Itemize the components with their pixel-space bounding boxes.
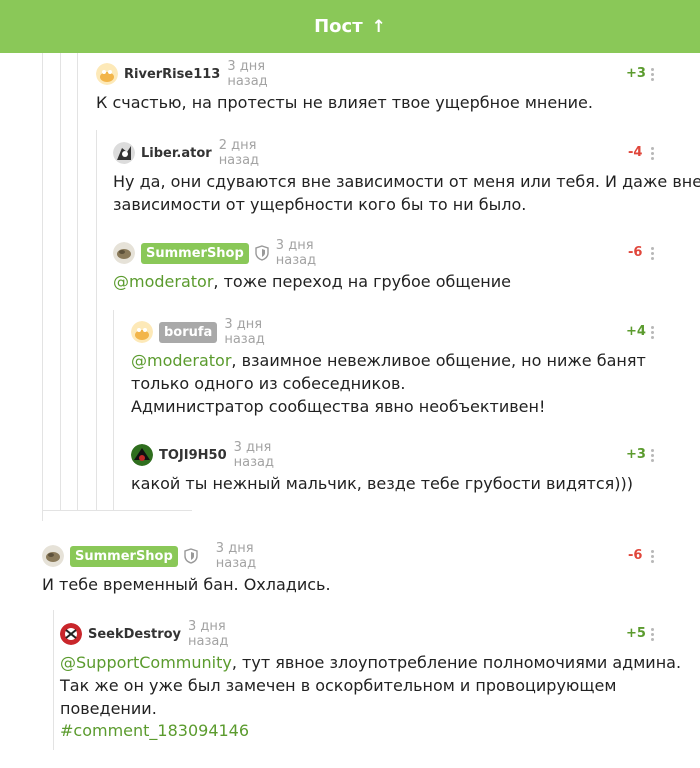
comment-text: К счастью, на протесты не влияет твое ущ…: [96, 93, 593, 112]
comment-rating: +4: [626, 324, 646, 339]
comment-rating: -6: [628, 548, 643, 563]
thread-line: [42, 53, 43, 521]
author-name[interactable]: SummerShop: [141, 242, 249, 264]
comment-text-line: только одного из собеседников.: [131, 374, 406, 393]
comment-header: borufa 3 дня назад: [131, 317, 265, 347]
user-mention-link[interactable]: @moderator: [131, 351, 231, 370]
author-name[interactable]: borufa: [159, 321, 218, 343]
user-mention-link[interactable]: @SupportCommunity: [60, 653, 232, 672]
author-name[interactable]: Liber.ator: [141, 146, 212, 161]
comment-text-line: зависимости от ущербности кого бы то ни …: [113, 195, 527, 214]
comment-text-body: , тоже переход на грубое общение: [213, 272, 511, 291]
comment-text-line: Администратор сообщества явно необъектив…: [131, 397, 546, 416]
shield-icon: [184, 548, 198, 564]
comment-time[interactable]: 3 дня назад: [227, 59, 267, 89]
comment-rating: +3: [626, 447, 646, 462]
more-vertical-icon[interactable]: [651, 449, 655, 463]
arrow-up-icon: ↑: [371, 16, 386, 37]
post-title: Пост: [314, 16, 363, 37]
comment-text-line: Ну да, они сдуваются вне зависимости от …: [113, 172, 700, 191]
comment-text-line: поведении.: [60, 699, 157, 718]
comment-rating: +5: [626, 626, 646, 641]
comment-hashtag-link[interactable]: #comment_183094146: [60, 719, 249, 742]
author-name[interactable]: RiverRise113: [124, 67, 220, 82]
comment-rating: -6: [628, 245, 643, 260]
comment-header: TOJI9H50 3 дня назад: [131, 440, 274, 470]
post-header-bar[interactable]: Пост ↑: [0, 0, 700, 53]
more-vertical-icon[interactable]: [651, 247, 655, 261]
thread-line: [113, 310, 114, 511]
comment-header: SeekDestroy 3 дня назад: [60, 619, 228, 649]
avatar[interactable]: [131, 321, 153, 343]
comment-text: @moderator, тоже переход на грубое общен…: [113, 270, 511, 293]
comment-text-body: , тут явное злоупотребление полномочиями…: [231, 653, 682, 672]
comment-header: SummerShop 3 дня назад: [42, 541, 256, 571]
thread-line: [96, 130, 97, 511]
thread-line: [77, 53, 78, 511]
comment-rating: -4: [628, 145, 643, 160]
avatar[interactable]: [113, 242, 135, 264]
comment-time[interactable]: 3 дня назад: [188, 619, 228, 649]
comment-rating: +3: [626, 66, 646, 81]
comment-text-line: @moderator, взаимное невежливое общение,…: [131, 349, 646, 372]
comment-time[interactable]: 3 дня назад: [224, 317, 264, 347]
author-name[interactable]: SeekDestroy: [88, 627, 181, 642]
more-vertical-icon[interactable]: [651, 326, 655, 340]
author-name[interactable]: SummerShop: [70, 545, 178, 567]
comment-time[interactable]: 2 дня назад: [219, 138, 259, 168]
comment-time[interactable]: 3 дня назад: [216, 541, 256, 571]
avatar[interactable]: [96, 63, 118, 85]
thread-line: [60, 53, 61, 511]
comment-text-line: Так же он уже был замечен в оскорбительн…: [60, 676, 617, 695]
comment-text-line: @SupportCommunity, тут явное злоупотребл…: [60, 651, 681, 674]
user-mention-link[interactable]: @moderator: [113, 272, 213, 291]
avatar[interactable]: [60, 623, 82, 645]
thread-line: [53, 610, 54, 750]
thread-bottom-line: [42, 510, 192, 511]
comment-text: какой ты нежный мальчик, везде тебе груб…: [131, 474, 633, 493]
comment-text: И тебе временный бан. Охладись.: [42, 575, 331, 594]
comment-header: Liber.ator 2 дня назад: [113, 138, 259, 168]
comment-header: SummerShop 3 дня назад: [113, 238, 316, 268]
more-vertical-icon[interactable]: [651, 550, 655, 564]
comment-time[interactable]: 3 дня назад: [276, 238, 316, 268]
more-vertical-icon[interactable]: [651, 68, 655, 82]
avatar[interactable]: [113, 142, 135, 164]
author-name[interactable]: TOJI9H50: [159, 448, 227, 463]
avatar[interactable]: [42, 545, 64, 567]
comment-text-body: , взаимное невежливое общение, но ниже б…: [231, 351, 646, 370]
comment-time[interactable]: 3 дня назад: [234, 440, 274, 470]
more-vertical-icon[interactable]: [651, 628, 655, 642]
avatar[interactable]: [131, 444, 153, 466]
more-vertical-icon[interactable]: [651, 147, 655, 161]
shield-icon: [255, 245, 269, 261]
comment-header: RiverRise113 3 дня назад: [96, 59, 268, 89]
